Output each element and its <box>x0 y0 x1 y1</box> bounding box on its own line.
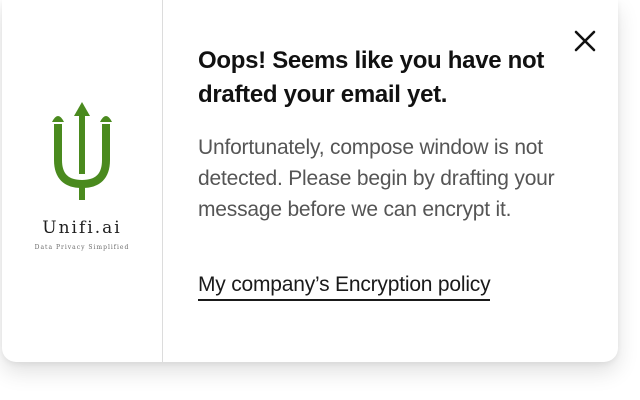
close-icon <box>574 30 596 52</box>
unifi-logo-icon <box>52 102 112 200</box>
brand-tagline: Data Privacy Simplified <box>34 244 130 251</box>
encryption-policy-link[interactable]: My company’s Encryption policy <box>198 273 491 301</box>
extension-popup: Unifi.ai Data Privacy Simplified Oops! S… <box>0 0 640 400</box>
dialog-message: Unfortunately, compose window is not det… <box>198 136 555 221</box>
brand-panel: Unifi.ai Data Privacy Simplified <box>2 0 163 362</box>
error-dialog: Unifi.ai Data Privacy Simplified Oops! S… <box>2 0 618 362</box>
dialog-content: Oops! Seems like you have not drafted yo… <box>163 0 618 362</box>
dialog-heading: Oops! Seems like you have not drafted yo… <box>198 47 545 108</box>
brand-name: Unifi.ai <box>42 218 122 238</box>
close-button[interactable] <box>572 28 598 54</box>
